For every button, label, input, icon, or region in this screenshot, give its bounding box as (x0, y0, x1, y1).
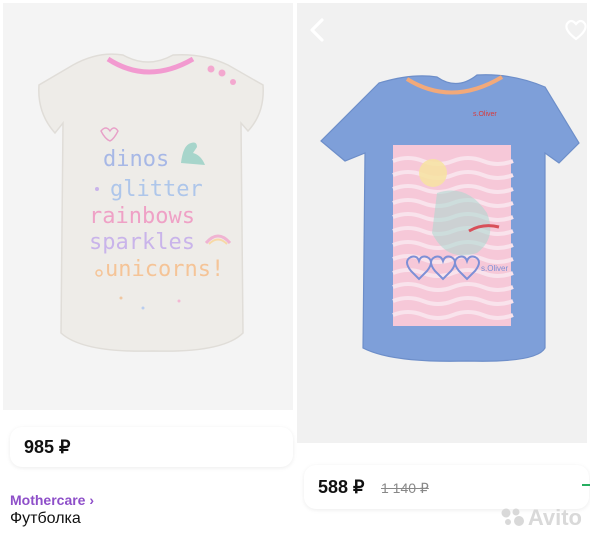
print-line-3: rainbows (89, 204, 195, 229)
back-button[interactable] (305, 17, 331, 43)
left-price-card: 985 ₽ (10, 427, 293, 467)
collar-logo-icon: s.Oliver (473, 111, 497, 118)
print-line-2: glitter (110, 177, 203, 202)
heart-icon (565, 19, 587, 41)
left-price: 985 ₽ (24, 437, 71, 457)
avito-watermark: Avito (500, 505, 582, 531)
discount-indicator (582, 484, 590, 486)
right-old-price: 1 140 ₽ (381, 480, 429, 496)
print-line-1: dinos (103, 147, 169, 172)
left-product-image[interactable]: dinos glitter rainbows sparkles unicorns… (3, 3, 293, 410)
print-line-5: unicorns! (105, 257, 224, 282)
avito-logo-icon (501, 508, 524, 526)
right-tshirt-illustration: s.Oliver s.Oliver (320, 74, 580, 362)
chevron-left-icon (310, 18, 324, 42)
right-price: 588 ₽ (318, 477, 365, 497)
print-brand-label: s.Oliver (481, 264, 508, 273)
avito-watermark-text: Avito (527, 505, 582, 530)
right-product-image[interactable]: s.Oliver s.Oliver (297, 3, 587, 443)
print-line-4: sparkles (89, 230, 195, 255)
right-price-card: 588 ₽ 1 140 ₽ (304, 465, 589, 509)
left-tshirt-illustration: dinos glitter rainbows sparkles unicorns… (38, 53, 264, 352)
brand-link[interactable]: Mothercare › (10, 492, 94, 508)
product-type-label: Футболка (10, 510, 81, 527)
favorite-button[interactable] (565, 15, 587, 41)
